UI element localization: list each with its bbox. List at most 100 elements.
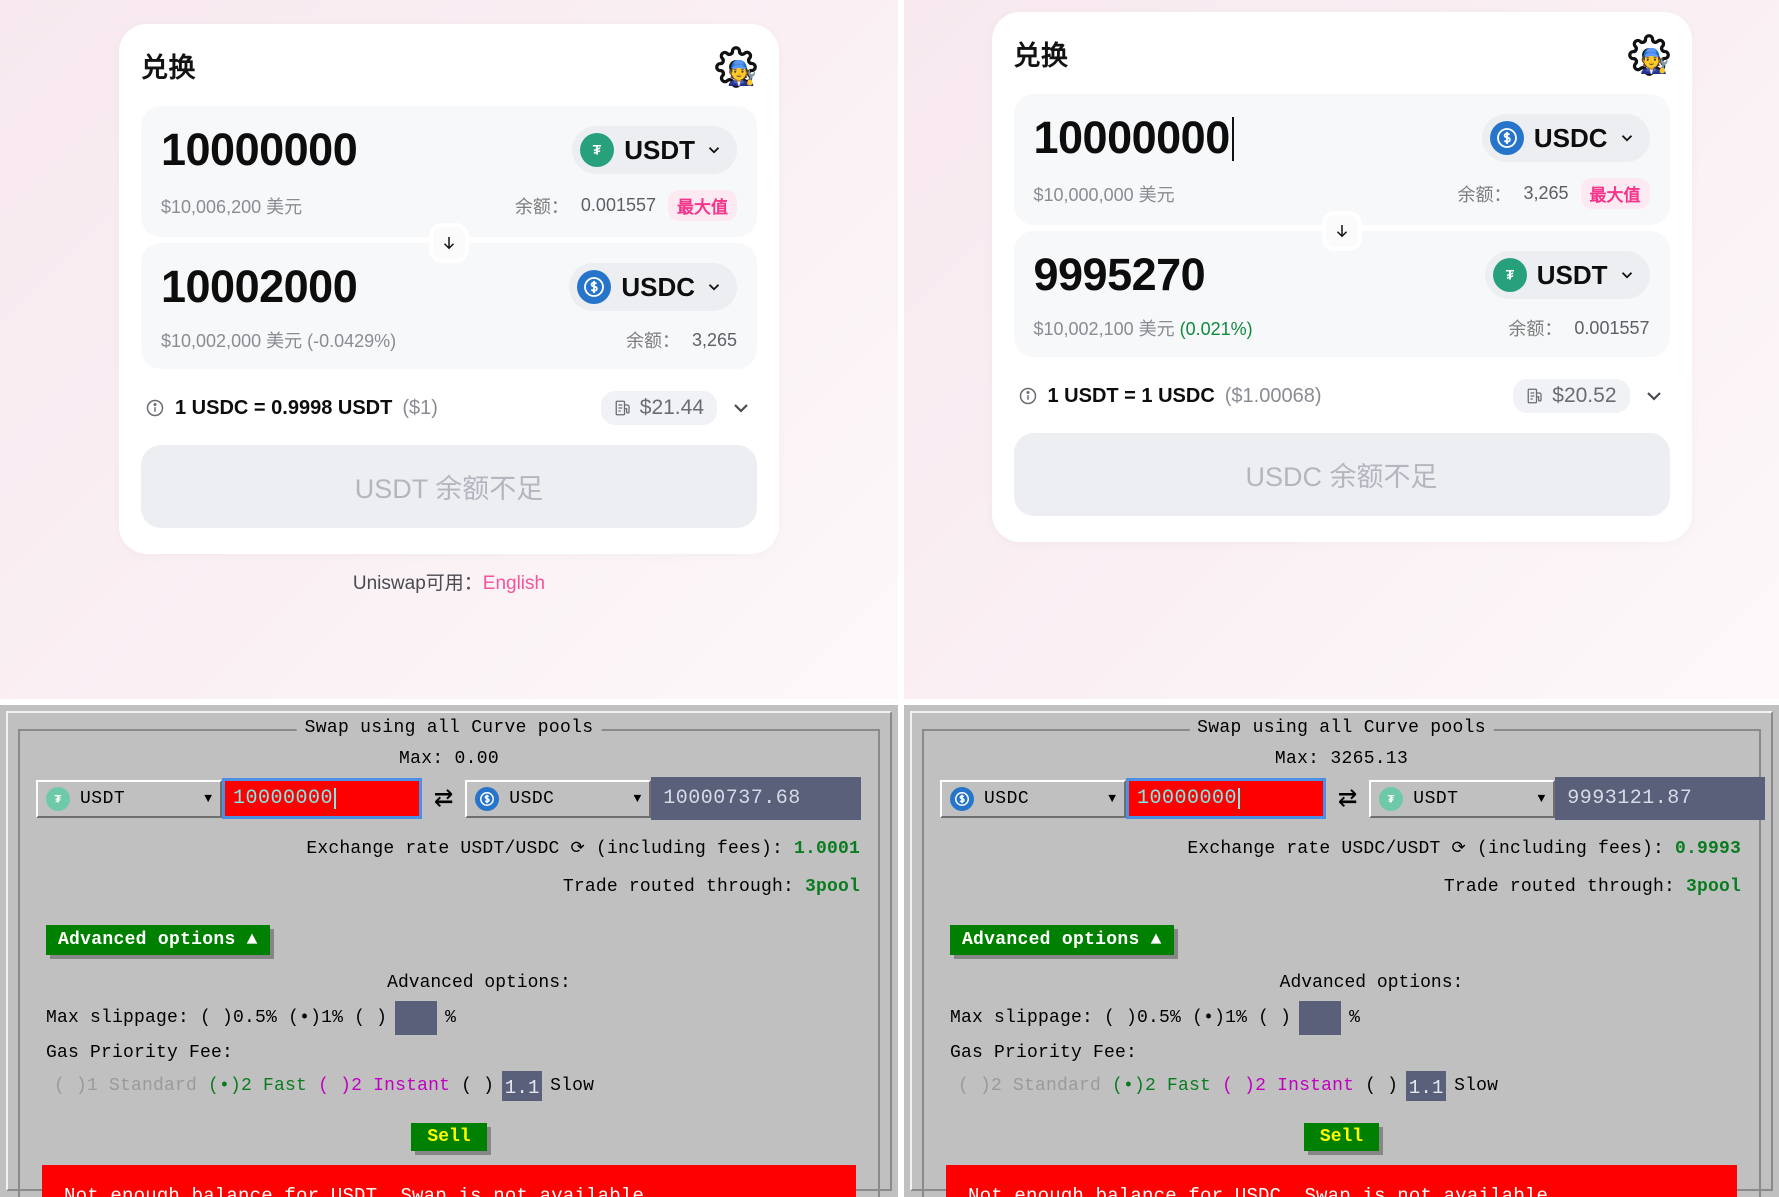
slippage-percent-sign: % <box>445 1008 457 1028</box>
svg-text:₮: ₮ <box>1388 793 1395 805</box>
to-balance-label: 余额： <box>1508 319 1563 339</box>
chevron-down-icon: ▼ <box>1108 791 1116 806</box>
uniswap-left-rate-row: 1 USDC = 0.9998 USDT ($1) $21.44 <box>145 391 753 425</box>
slippage-option-custom[interactable]: ( ) <box>354 1008 387 1028</box>
slippage-label: Max slippage: <box>46 1008 190 1028</box>
rate-display[interactable]: 1 USDT = 1 USDC ($1.00068) <box>1018 385 1322 408</box>
advanced-options-button[interactable]: AAdvanced options ▲ <box>950 925 1174 955</box>
slippage-option-one[interactable]: (•)1% <box>1192 1008 1247 1028</box>
curve-exchange-rate-value: 0.9993 <box>1674 839 1741 859</box>
curve-swap-row: USDC ▼ 10000000 ⇄ ₮ USDT ▼ 9993121.87 <box>936 777 1766 820</box>
usdc-icon <box>1489 121 1524 155</box>
from-usd-value: $10,006,200 美元 <box>161 196 303 217</box>
slippage-custom-input[interactable] <box>395 1001 438 1035</box>
from-subrow: $10,000,000 美元 余额： 3,265 最大值 <box>1034 178 1650 209</box>
from-token-label: USDT <box>624 134 695 165</box>
curve-from-token-select[interactable]: ₮ USDT ▼ <box>36 779 222 818</box>
from-token-selector[interactable]: ₮ USDT <box>572 126 737 174</box>
from-token-selector[interactable]: USDC <box>1481 114 1650 162</box>
gas-fee-chip[interactable]: $21.44 <box>600 391 717 425</box>
usdt-icon: ₮ <box>1379 786 1404 811</box>
swap-arrows-icon[interactable]: ⇄ <box>422 782 465 815</box>
curve-from-amount-input[interactable]: 10000000 <box>1126 778 1326 819</box>
expand-details-icon[interactable] <box>729 396 753 420</box>
chevron-down-icon <box>708 147 720 154</box>
refresh-icon[interactable]: ⟳ <box>570 840 584 859</box>
to-amount-input[interactable]: 10002000 <box>161 261 357 313</box>
to-amount-input[interactable]: 9995270 <box>1034 249 1206 301</box>
swap-direction-button[interactable] <box>429 223 469 263</box>
advanced-options-button[interactable]: AAdvanced options ▲ <box>46 925 270 955</box>
curve-to-token-select[interactable]: USDC ▼ <box>465 779 652 818</box>
gas-option-instant[interactable]: ( )2 Instant <box>318 1076 450 1096</box>
swap-arrows-icon[interactable]: ⇄ <box>1326 782 1369 815</box>
curve-max-label: Max: 3265.13 <box>1274 749 1409 769</box>
rate-usd: ($1.00068) <box>1224 384 1322 407</box>
curve-to-token-select[interactable]: ₮ USDT ▼ <box>1369 779 1556 818</box>
gas-priority-options-row: ( )1 Standard (•)2 Fast ( )2 Instant ( )… <box>32 1071 866 1101</box>
slippage-option-one[interactable]: (•)1% <box>288 1008 343 1028</box>
swap-cta-button: USDC 余额不足 <box>1013 433 1670 516</box>
curve-exchange-label: Exchange rate USDC/USDT <box>1187 839 1441 859</box>
page-title: 兑换 <box>1013 41 1069 71</box>
info-icon <box>1019 387 1036 405</box>
curve-from-token-label: USDT <box>80 788 126 809</box>
slippage-option-half[interactable]: ( )0.5% <box>1104 1008 1181 1028</box>
gas-option-standard[interactable]: ( )1 Standard <box>54 1076 197 1096</box>
max-button[interactable]: 最大值 <box>1580 178 1650 209</box>
curve-max-label: Max: 0.00 <box>399 749 499 769</box>
slippage-option-custom[interactable]: ( ) <box>1258 1008 1291 1028</box>
curve-to-amount-output: 10000737.68 <box>651 777 862 820</box>
to-token-selector[interactable]: ₮ USDT <box>1484 251 1650 299</box>
to-row: 9995270 ₮ USDT <box>1034 249 1650 301</box>
max-button[interactable]: 最大值 <box>668 190 737 221</box>
from-amount-input[interactable]: 10000000 <box>1034 112 1234 164</box>
gas-fee-chip[interactable]: $20.52 <box>1513 379 1630 413</box>
sell-button[interactable]: Sell <box>1303 1123 1380 1151</box>
curve-from-token-select[interactable]: USDC ▼ <box>940 779 1126 818</box>
gas-option-custom[interactable]: ( ) <box>461 1076 494 1096</box>
refresh-icon[interactable]: ⟳ <box>1451 840 1465 859</box>
gas-option-fast[interactable]: (•)2 Fast <box>208 1076 307 1096</box>
curve-from-amount-value: 10000000 <box>1137 787 1238 810</box>
to-balance-value: 3,265 <box>691 329 737 350</box>
gas-fee-value: $21.44 <box>639 396 704 419</box>
from-row: 10000000 USDC <box>1034 112 1650 164</box>
slippage-label: Max slippage: <box>950 1008 1094 1028</box>
slippage-option-half[interactable]: ( )0.5% <box>200 1008 277 1028</box>
sell-button[interactable]: Sell <box>411 1123 487 1151</box>
gas-option-fast[interactable]: (•)2 Fast <box>1112 1076 1211 1096</box>
mechanic-emoji: 🧑‍🔧 <box>727 60 757 87</box>
rate-right-group: $20.52 <box>1513 379 1665 413</box>
svg-text:₮: ₮ <box>1506 268 1515 283</box>
curve-right-pane: Swap using all Curve pools Max: 3265.13 … <box>904 705 1779 1197</box>
gas-custom-input[interactable]: 1.1 <box>1406 1071 1447 1101</box>
advanced-options-label: Advanced options ▲ <box>57 930 258 950</box>
curve-from-amount-input[interactable]: 10000000 <box>222 778 422 819</box>
to-token-selector[interactable]: USDC <box>569 263 737 311</box>
gas-custom-input[interactable]: 1.1 <box>502 1071 543 1101</box>
to-subrow: $10,002,100 美元 (0.021%) 余额： 0.001557 <box>1034 315 1650 341</box>
rate-display[interactable]: 1 USDC = 0.9998 USDT ($1) <box>145 397 438 420</box>
language-link[interactable]: English <box>483 573 545 594</box>
gas-option-slow-label: Slow <box>1454 1076 1499 1096</box>
from-amount-input[interactable]: 10000000 <box>161 124 357 176</box>
gas-option-custom[interactable]: ( ) <box>1365 1076 1398 1096</box>
gear-icon[interactable]: 🧑‍🔧 <box>1627 34 1670 76</box>
uniswap-left-to-panel: 10002000 USDC $10,002,000 美元 (-0.0429%) … <box>141 223 757 369</box>
uniswap-right-header: 兑换 🧑‍🔧 <box>1014 34 1670 76</box>
swap-direction-button[interactable] <box>1321 211 1362 251</box>
from-token-label: USDC <box>1533 122 1608 153</box>
chevron-down-icon: ▼ <box>204 791 212 806</box>
uniswap-left-from-panel: 10000000 ₮ USDT $10,006,200 美元 余额： 0.001… <box>141 106 757 237</box>
curve-right-quadrant: Swap using all Curve pools Max: 3265.13 … <box>898 699 1779 1197</box>
gear-icon[interactable]: 🧑‍🔧 <box>715 46 757 88</box>
slippage-custom-input[interactable] <box>1299 1001 1342 1035</box>
curve-to-amount-output: 9993121.87 <box>1555 777 1766 820</box>
expand-details-icon[interactable] <box>1642 384 1666 408</box>
gas-option-standard[interactable]: ( )2 Standard <box>958 1076 1101 1096</box>
gas-option-instant[interactable]: ( )2 Instant <box>1222 1076 1354 1096</box>
uniswap-right-rate-row: 1 USDT = 1 USDC ($1.00068) $20.52 <box>1018 379 1666 413</box>
uniswap-right-pane: 兑换 🧑‍🔧 10000000 <box>904 0 1779 699</box>
curve-from-amount-value: 10000000 <box>233 787 334 810</box>
